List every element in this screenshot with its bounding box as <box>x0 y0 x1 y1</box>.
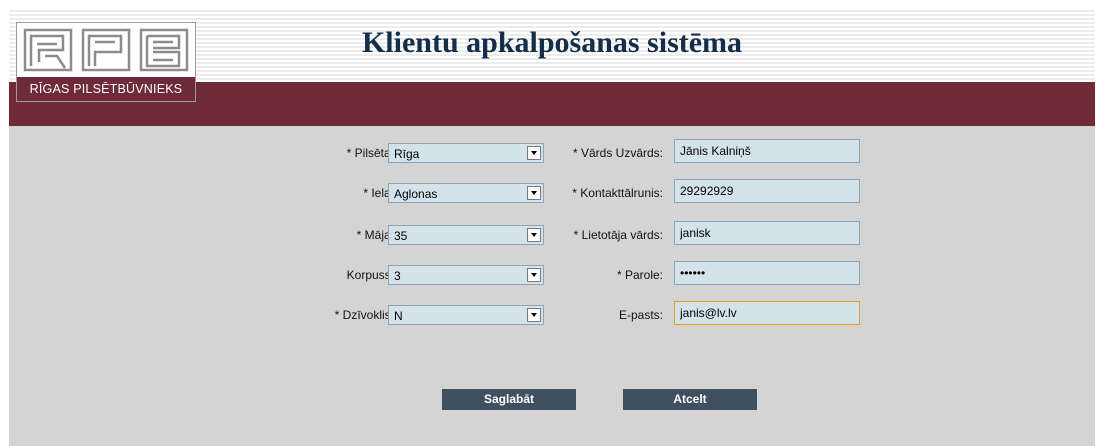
logo-text: RĪGAS PILSĒTBŪVNIEKS <box>29 82 183 96</box>
house-select[interactable]: 35 <box>388 225 544 245</box>
chevron-down-icon[interactable] <box>527 268 541 282</box>
chevron-down-icon[interactable] <box>527 186 541 200</box>
apartment-value: N <box>394 309 403 323</box>
email-field[interactable] <box>674 301 860 325</box>
rpb-logo-mark <box>23 28 189 72</box>
block-label: Korpuss: <box>346 268 394 282</box>
city-select[interactable]: Rīga <box>388 143 544 163</box>
cancel-button[interactable]: Atcelt <box>623 389 757 410</box>
password-field[interactable] <box>674 261 860 285</box>
full-name-field[interactable] <box>674 139 860 163</box>
house-value: 35 <box>394 229 408 243</box>
city-label: * Pilsēta: <box>346 146 394 160</box>
phone-label: * Kontakttālrunis: <box>572 186 663 200</box>
apartment-label: * Dzīvoklis: <box>334 308 394 322</box>
logo: RĪGAS PILSĒTBŪVNIEKS <box>16 22 196 102</box>
email-label: E-pasts: <box>618 308 663 322</box>
full-name-label: * Vārds Uzvārds: <box>572 146 663 160</box>
save-button[interactable]: Saglabāt <box>442 389 576 410</box>
chevron-down-icon[interactable] <box>527 308 541 322</box>
chevron-down-icon[interactable] <box>527 228 541 242</box>
phone-field[interactable] <box>674 179 860 203</box>
block-select[interactable]: 3 <box>388 265 544 285</box>
username-field[interactable] <box>674 221 860 245</box>
password-label: * Parole: <box>616 268 663 282</box>
block-value: 3 <box>394 269 401 283</box>
city-value: Rīga <box>394 147 420 161</box>
street-value: Aglonas <box>394 187 438 201</box>
street-select[interactable]: Aglonas <box>388 183 544 203</box>
username-label: * Lietotāja vārds: <box>573 228 663 242</box>
app-frame: Klientu apkalpošanas sistēma RĪGAS PILSĒ… <box>9 10 1095 446</box>
chevron-down-icon[interactable] <box>527 146 541 160</box>
apartment-select[interactable]: N <box>388 305 544 325</box>
